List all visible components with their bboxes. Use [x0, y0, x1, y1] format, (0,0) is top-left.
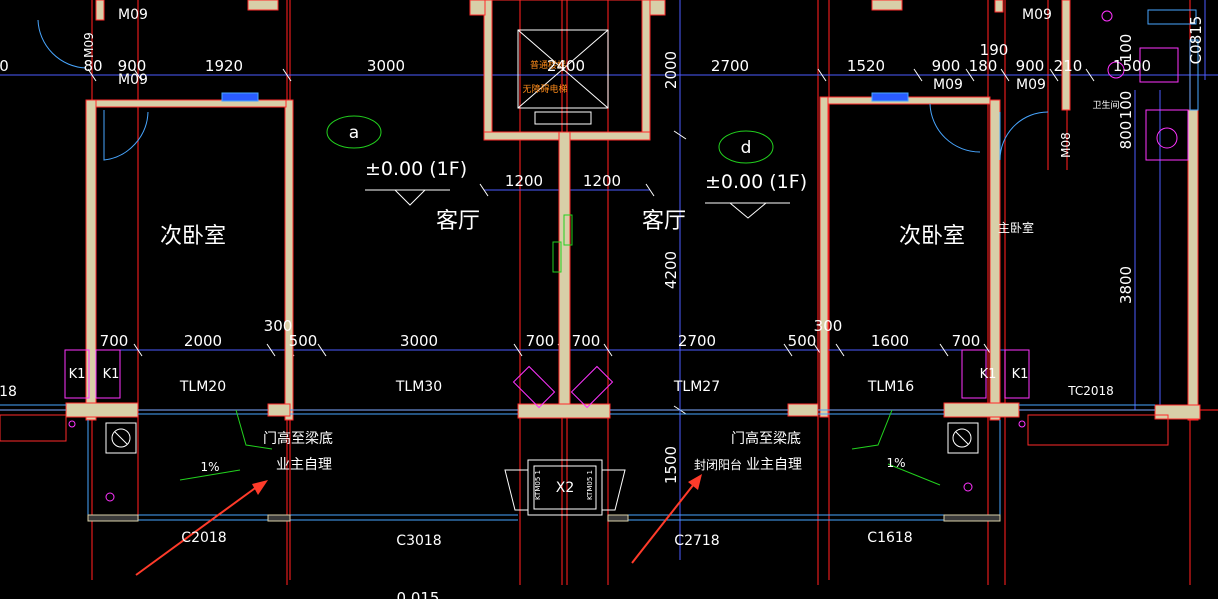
room-bedroom-left: 次卧室: [160, 224, 226, 249]
window-c3018: C3018: [396, 533, 441, 549]
windows: [0, 92, 1155, 521]
k1-label-3: K1: [980, 367, 997, 382]
window-c1618: C1618: [867, 530, 912, 546]
sliding-door-1: TLM20: [179, 379, 226, 395]
bottom-dim-12: 700: [952, 332, 981, 350]
elevator-label-2: 无障碍电梯: [522, 83, 567, 95]
top-dim-small: 80: [83, 57, 102, 75]
vdim-right-tall: 3800: [1117, 266, 1135, 304]
bottom-dim-4: 500: [289, 332, 318, 350]
center-box-side-1: KTM05 1: [534, 470, 542, 500]
axis-label-left: a: [349, 123, 359, 143]
door-code-side-right: M08: [1059, 132, 1073, 158]
room-living-left: 客厅: [436, 209, 480, 234]
note-right-balcony: 封闭阳台: [694, 457, 742, 472]
window-c2018: C2018: [181, 530, 226, 546]
top-dim-r6: 210: [1054, 57, 1083, 75]
bottom-dim-1: 700: [100, 332, 129, 350]
k1-label-2: K1: [103, 367, 120, 382]
top-dim-3: 3000: [367, 57, 405, 75]
bottom-dim-8: 2700: [678, 332, 716, 350]
door-code-left-3: M09: [82, 32, 96, 58]
door-code-right-3: M09: [1016, 77, 1046, 93]
top-dim-r2: 1520: [847, 57, 885, 75]
vdim-far-right: C0815: [1187, 16, 1205, 65]
vdim-right-small-c: 100: [1117, 34, 1135, 63]
center-box-label: X2: [556, 480, 575, 496]
level-right: ±0.00 (1F): [705, 171, 807, 193]
top-dim-center: 2400: [547, 57, 585, 75]
top-dim-r1: 2700: [711, 57, 749, 75]
top-dim-r4: 180: [969, 57, 998, 75]
center-box-side-2: KTM05 1: [586, 470, 594, 500]
vdim-center-mid: 4200: [662, 251, 680, 289]
sliding-door-3: TLM27: [673, 379, 720, 395]
k1-label-1: K1: [69, 367, 86, 382]
center-dim-2: 1200: [583, 172, 621, 190]
note-left-2: 业主自理: [276, 457, 332, 473]
note-right-1: 门高至梁底: [731, 430, 801, 447]
room-bedroom-right: 次卧室: [899, 224, 965, 249]
k1-label-4: K1: [1012, 367, 1029, 382]
bottom-dim-2: 2000: [184, 332, 222, 350]
door-code-top-left: M09: [118, 7, 148, 23]
slope-left: 1%: [200, 460, 219, 474]
bottom-dim-6: 700: [526, 332, 555, 350]
annotation-arrows: [135, 474, 702, 576]
top-dim-r3: 900: [932, 57, 961, 75]
top-dim-r5: 900: [1016, 57, 1045, 75]
sliding-door-2: TLM30: [395, 379, 442, 395]
note-right-2: 业主自理: [746, 457, 802, 473]
door-code-left-2: M09: [118, 72, 148, 88]
vdim-right-small-a: 800: [1117, 121, 1135, 150]
drain-units: [0, 414, 1169, 502]
center-dim-1: 1200: [505, 172, 543, 190]
bottom-dim-10: 300: [814, 317, 843, 335]
level-symbols: [365, 189, 790, 219]
bottom-dim-11: 1600: [871, 332, 909, 350]
axis-label-right: d: [741, 138, 752, 158]
top-dim-r-top: 190: [980, 41, 1009, 59]
note-left-1: 门高至梁底: [263, 430, 333, 447]
slope-right: 1%: [886, 456, 905, 470]
window-far-left: 18: [0, 384, 17, 400]
vdim-center-bottom: 1500: [662, 446, 680, 484]
vdim-center-top: 2000: [662, 51, 680, 89]
vdim-right-small-b: 100: [1117, 91, 1135, 120]
top-dim-2: 1920: [205, 57, 243, 75]
window-right: TC2018: [1067, 384, 1114, 398]
room-living-right: 客厅: [642, 209, 686, 234]
bottom-dim-9: 500: [788, 332, 817, 350]
cad-floor-plan: 普通楼梯 无障碍电梯 X2 KTM05 1 KTM05 1 K1 K1 K1 K…: [0, 0, 1218, 599]
door-code-right-2: M09: [933, 77, 963, 93]
room-master-bedroom: 主卧室: [998, 220, 1034, 235]
level-left: ±0.00 (1F): [365, 158, 467, 180]
bottom-level-partial: 0.015: [397, 589, 440, 599]
sliding-door-4: TLM16: [867, 379, 914, 395]
bathroom-fixtures: [1101, 10, 1189, 161]
top-dim-cut: 0: [0, 57, 9, 75]
door-code-top-right: M09: [1022, 7, 1052, 23]
window-c2718: C2718: [674, 533, 719, 549]
room-bathroom: 卫生间: [1092, 99, 1119, 111]
bottom-dim-5: 3000: [400, 332, 438, 350]
bottom-dim-7: 700: [572, 332, 601, 350]
